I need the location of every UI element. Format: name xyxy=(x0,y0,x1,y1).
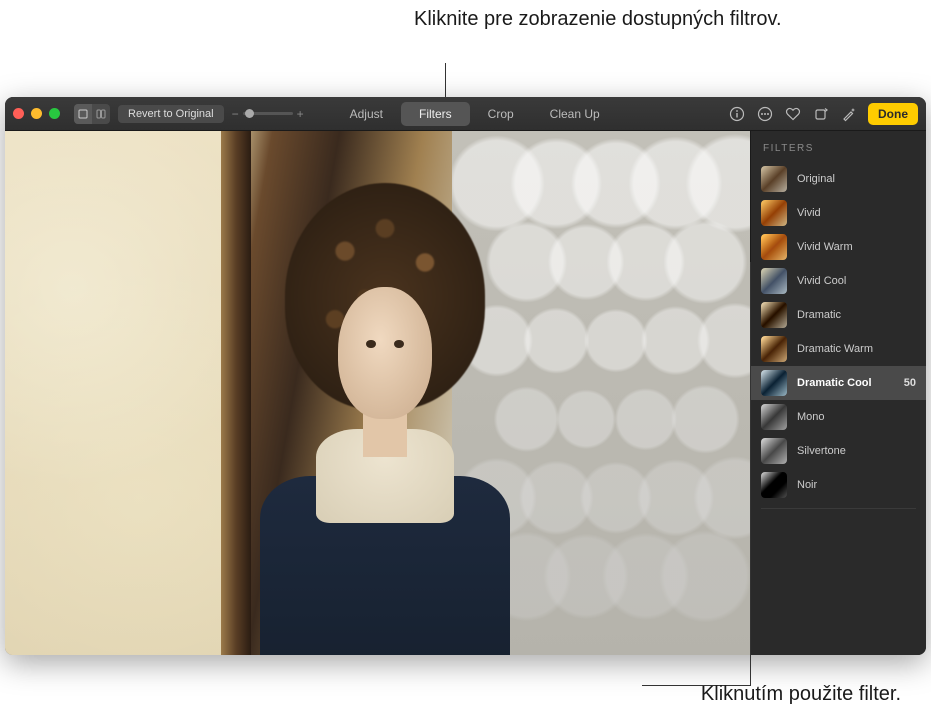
zoom-track[interactable] xyxy=(243,112,293,115)
info-icon[interactable] xyxy=(728,105,746,123)
sidebar-separator xyxy=(761,508,916,509)
toolbar-right-icons: Done xyxy=(728,103,918,125)
filter-thumb-icon xyxy=(761,268,787,294)
filter-thumb-icon xyxy=(761,438,787,464)
callout-bottom: Kliknutím použite filter. xyxy=(701,683,901,706)
filter-label: Dramatic Warm xyxy=(797,343,873,355)
filter-thumb-icon xyxy=(761,472,787,498)
filter-item-vivid-warm[interactable]: Vivid Warm xyxy=(751,230,926,264)
filter-label: Vivid Warm xyxy=(797,241,853,253)
filter-label: Original xyxy=(797,173,835,185)
minimize-window-button[interactable] xyxy=(31,108,42,119)
close-window-button[interactable] xyxy=(13,108,24,119)
filter-item-vivid-cool[interactable]: Vivid Cool xyxy=(751,264,926,298)
filters-sidebar: FILTERS Original Vivid Vivid Warm Vivid … xyxy=(750,131,926,655)
filter-item-noir[interactable]: Noir xyxy=(751,468,926,502)
tab-adjust[interactable]: Adjust xyxy=(332,102,401,126)
filter-label: Dramatic xyxy=(797,309,841,321)
filter-thumb-icon xyxy=(761,302,787,328)
filter-item-silvertone[interactable]: Silvertone xyxy=(751,434,926,468)
filter-list: Original Vivid Vivid Warm Vivid Cool Dra… xyxy=(751,162,926,502)
filter-item-mono[interactable]: Mono xyxy=(751,400,926,434)
window-controls xyxy=(13,108,60,119)
tab-cleanup[interactable]: Clean Up xyxy=(532,102,618,126)
edited-photo xyxy=(5,131,750,655)
callout-line xyxy=(445,63,446,98)
filter-item-original[interactable]: Original xyxy=(751,162,926,196)
filter-item-vivid[interactable]: Vivid xyxy=(751,196,926,230)
filter-item-dramatic-cool[interactable]: Dramatic Cool 50 xyxy=(751,366,926,400)
rotate-icon[interactable] xyxy=(812,105,830,123)
filter-thumb-icon xyxy=(761,234,787,260)
content-area: FILTERS Original Vivid Vivid Warm Vivid … xyxy=(5,131,926,655)
callout-line xyxy=(750,262,751,686)
filter-label: Dramatic Cool xyxy=(797,377,872,389)
more-icon[interactable] xyxy=(756,105,774,123)
filter-thumb-icon xyxy=(761,166,787,192)
photos-edit-window: Revert to Original − + Adjust Filters Cr… xyxy=(5,97,926,655)
zoom-slider[interactable]: − + xyxy=(232,107,304,121)
zoom-knob[interactable] xyxy=(245,109,254,118)
filter-intensity-value: 50 xyxy=(904,377,916,389)
filter-thumb-icon xyxy=(761,336,787,362)
callout-top: Kliknite pre zobrazenie dostupných filtr… xyxy=(414,6,782,32)
zoom-in-icon: + xyxy=(297,107,304,121)
revert-to-original-button[interactable]: Revert to Original xyxy=(118,105,224,123)
filter-label: Vivid Cool xyxy=(797,275,846,287)
tab-crop[interactable]: Crop xyxy=(470,102,532,126)
tab-filters[interactable]: Filters xyxy=(401,102,470,126)
filter-label: Vivid xyxy=(797,207,821,219)
toolbar: Revert to Original − + Adjust Filters Cr… xyxy=(5,97,926,131)
fullscreen-window-button[interactable] xyxy=(49,108,60,119)
zoom-out-icon: − xyxy=(232,107,239,121)
sidebar-title: FILTERS xyxy=(751,139,926,162)
done-button[interactable]: Done xyxy=(868,103,918,125)
filter-thumb-icon xyxy=(761,404,787,430)
filter-label: Noir xyxy=(797,479,817,491)
filter-thumb-icon xyxy=(761,370,787,396)
view-single-icon[interactable] xyxy=(74,104,92,124)
filter-label: Silvertone xyxy=(797,445,846,457)
filter-item-dramatic[interactable]: Dramatic xyxy=(751,298,926,332)
filter-thumb-icon xyxy=(761,200,787,226)
view-toggle[interactable] xyxy=(74,104,110,124)
auto-enhance-icon[interactable] xyxy=(840,105,858,123)
filter-item-dramatic-warm[interactable]: Dramatic Warm xyxy=(751,332,926,366)
view-split-icon[interactable] xyxy=(92,104,110,124)
edit-tabs: Adjust Filters Crop Clean Up xyxy=(332,102,618,126)
photo-viewport[interactable] xyxy=(5,131,750,655)
favorite-icon[interactable] xyxy=(784,105,802,123)
filter-label: Mono xyxy=(797,411,825,423)
